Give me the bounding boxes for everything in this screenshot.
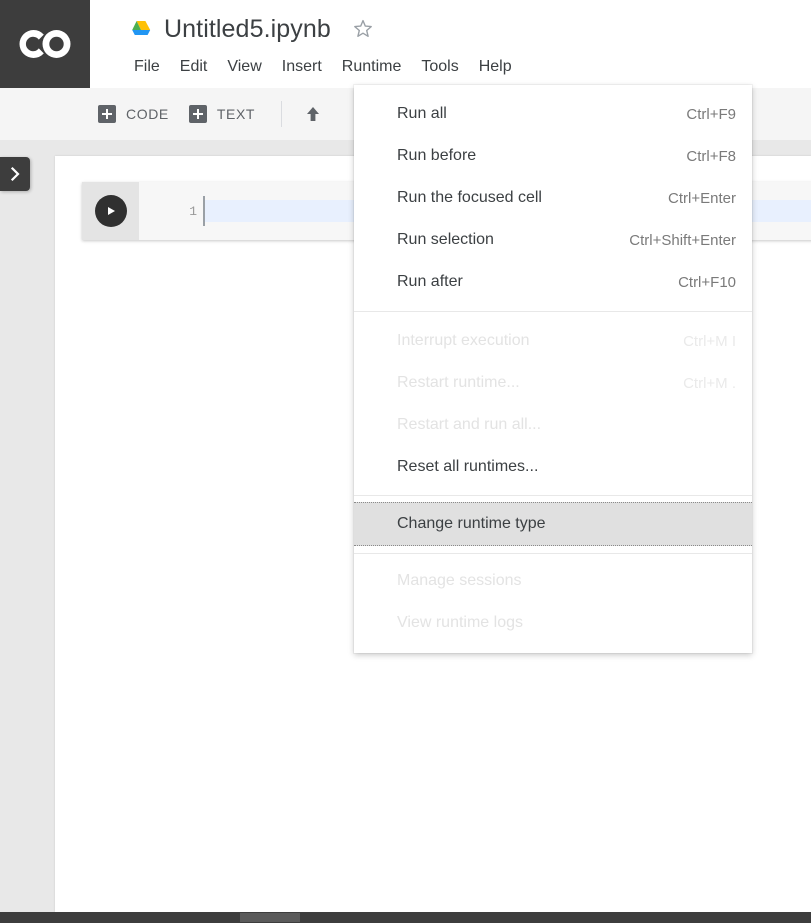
menu-runtime[interactable]: Runtime: [331, 52, 412, 82]
menu-item-run-all[interactable]: Run all Ctrl+F9: [354, 93, 752, 135]
menu-edit[interactable]: Edit: [170, 52, 218, 82]
menu-item-manage-sessions: Manage sessions: [354, 560, 752, 602]
menu-item-label: Restart runtime...: [397, 374, 520, 391]
menu-item-label: Manage sessions: [397, 572, 522, 589]
menu-item-view-runtime-logs: View runtime logs: [354, 602, 752, 644]
add-text-cell-label: TEXT: [216, 106, 256, 122]
plus-box-icon: [188, 105, 207, 123]
menu-help[interactable]: Help: [469, 52, 522, 82]
move-cell-up-button[interactable]: [296, 97, 330, 131]
menu-item-label: Reset all runtimes...: [397, 458, 539, 475]
cell-line-number: 1: [189, 203, 197, 219]
star-outline-icon: [353, 19, 372, 37]
menu-item-shortcut: Ctrl+F10: [678, 273, 736, 291]
menu-item-run-the-focused-cell[interactable]: Run the focused cell Ctrl+Enter: [354, 177, 752, 219]
menu-item-restart-and-run-all: Restart and run all...: [354, 404, 752, 446]
plus-box-icon: [98, 105, 116, 123]
menu-item-reset-all-runtimes[interactable]: Reset all runtimes...: [354, 446, 752, 488]
add-code-cell-button[interactable]: CODE: [90, 99, 177, 129]
toolbar-divider: [281, 101, 283, 127]
menu-view[interactable]: View: [217, 52, 271, 82]
colab-app: 1 CODE TEXT Untitled5.ipynb File Edit Vi…: [0, 0, 811, 923]
menu-item-label: Change runtime type: [397, 515, 546, 532]
horizontal-scrollbar[interactable]: [0, 912, 811, 923]
menu-tools[interactable]: Tools: [411, 52, 468, 82]
menu-insert[interactable]: Insert: [272, 52, 332, 82]
menu-item-restart-runtime: Restart runtime... Ctrl+M .: [354, 362, 752, 404]
text-caret: [203, 196, 205, 226]
menu-bar: File Edit View Insert Runtime Tools Help: [124, 52, 522, 84]
menu-item-label: Run before: [397, 147, 477, 164]
arrow-up-icon: [307, 107, 320, 121]
add-text-cell-button[interactable]: TEXT: [181, 99, 263, 129]
colab-logo-box: [0, 0, 90, 88]
menu-item-shortcut: Ctrl+F9: [686, 105, 736, 123]
menu-item-change-runtime-type[interactable]: Change runtime type: [354, 502, 752, 546]
add-code-cell-label: CODE: [126, 106, 169, 122]
menu-item-run-after[interactable]: Run after Ctrl+F10: [354, 261, 752, 303]
runtime-dropdown-menu: Run all Ctrl+F9 Run before Ctrl+F8 Run the f…: [354, 85, 752, 653]
menu-item-label: Run after: [397, 273, 463, 290]
menu-item-label: Run all: [397, 105, 447, 122]
scrollbar-thumb[interactable]: [240, 913, 300, 922]
menu-item-shortcut: Ctrl+Shift+Enter: [629, 231, 736, 249]
menu-separator: [354, 311, 752, 312]
colab-logo-icon[interactable]: [0, 0, 90, 88]
menu-item-run-before[interactable]: Run before Ctrl+F8: [354, 135, 752, 177]
cell-run-button[interactable]: [82, 182, 139, 240]
page-title[interactable]: Untitled5.ipynb: [164, 15, 331, 44]
menu-item-label: View runtime logs: [397, 614, 523, 631]
menu-file[interactable]: File: [124, 52, 170, 82]
menu-item-run-selection[interactable]: Run selection Ctrl+Shift+Enter: [354, 219, 752, 261]
menu-item-shortcut: Ctrl+M I: [683, 332, 736, 350]
menu-separator: [354, 553, 752, 554]
menu-item-shortcut: Ctrl+M .: [683, 374, 736, 392]
menu-item-label: Restart and run all...: [397, 416, 542, 433]
menu-item-label: Interrupt execution: [397, 332, 530, 349]
document-title-row: Untitled5.ipynb: [128, 8, 375, 50]
menu-item-shortcut: Ctrl+F8: [686, 147, 736, 165]
sidebar-toggle-button[interactable]: [0, 157, 30, 191]
play-icon: [94, 195, 127, 227]
menu-item-shortcut: Ctrl+Enter: [668, 189, 736, 207]
menu-item-interrupt-execution: Interrupt execution Ctrl+M I: [354, 320, 752, 362]
menu-item-label: Run the focused cell: [397, 189, 542, 206]
menu-item-label: Run selection: [397, 231, 494, 248]
google-drive-icon: [132, 21, 151, 35]
chevron-right-icon: [10, 166, 20, 182]
app-header: Untitled5.ipynb File Edit View Insert Ru…: [0, 0, 811, 88]
menu-separator: [354, 495, 752, 496]
